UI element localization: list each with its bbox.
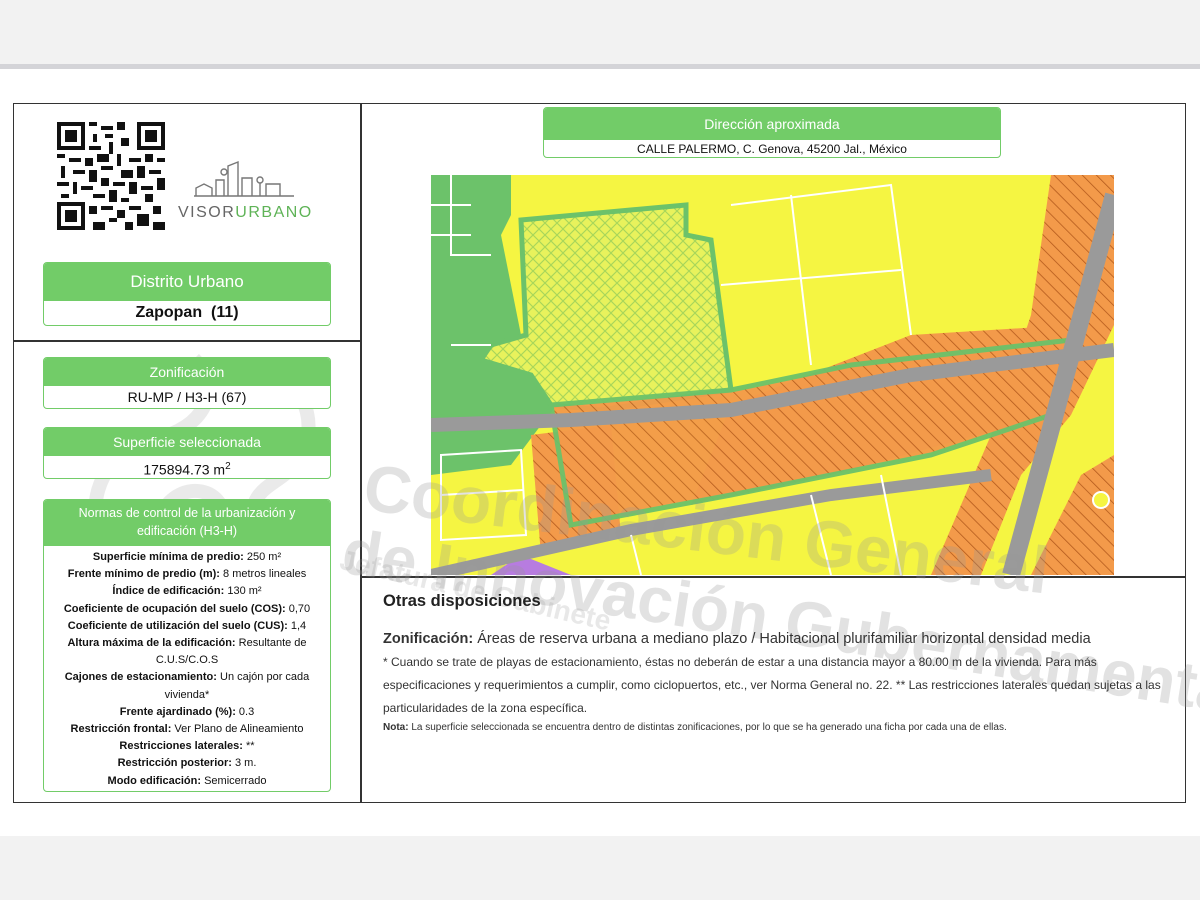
normas-item-key: Restricción frontal: [70,723,172,736]
normas-item-value: 130 m² [224,585,262,598]
distrito-urbano-card: Distrito Urbano Zapopan (11) [43,262,331,326]
normas-item: Frente mínimo de predio (m): 8 metros li… [50,566,324,583]
map-roundabout [1092,491,1110,509]
qr-code-icon [57,122,165,230]
otras-disposiciones: Otras disposiciones Zonificación: Áreas … [383,592,1173,733]
zonificacion-value: RU-MP / H3-H (67) [127,389,247,405]
superficie-value-row: 175894.73 m2 [44,456,330,478]
normas-item-key: Restricciones laterales: [119,740,243,753]
normas-item: Restricciones laterales: ** [50,738,324,755]
normas-card: Normas de control de la urbanización y e… [43,499,331,792]
normas-item-key: Frente ajardinado (%): [119,705,236,718]
normas-title: Normas de control de la urbanización y e… [44,500,330,546]
normas-item: Índice de edificación: 130 m² [50,583,324,600]
otras-zonificacion-label: Zonificación: [383,631,474,647]
brand-name-part2: URBANO [235,204,313,221]
zonificacion-label: Zonificación [44,358,330,386]
normas-item-value: 250 m² [243,551,282,563]
normas-item-value: 0.3 [235,705,255,718]
brand-name-part1: VISOR [178,204,236,221]
otras-zonificacion: Zonificación: Áreas de reserva urbana a … [383,631,1173,647]
superficie-label: Superficie seleccionada [44,428,330,456]
otras-nota-label: Nota: [383,722,409,733]
normas-item-key: Frente mínimo de predio (m): [67,568,220,581]
normas-item-value: 8 metros lineales [219,568,307,581]
normas-item-key: Cajones de estacionamiento: [64,671,217,684]
normas-item: Frente ajardinado (%): 0.3 [50,704,324,721]
normas-item-value: 3 m. [231,757,257,770]
normas-item: Coeficiente de utilización del suelo (CU… [50,618,324,635]
normas-item: Coeficiente de ocupación del suelo (COS)… [50,601,324,618]
normas-item: Altura máxima de la edificación: Resulta… [50,635,324,669]
otras-nota-value: La superficie seleccionada se encuentra … [408,722,1007,733]
direccion-label: Dirección aproximada [544,108,1000,140]
otras-zonificacion-value: Áreas de reserva urbana a mediano plazo … [473,631,1091,647]
otras-nota: Nota: La superficie seleccionada se encu… [383,722,1173,733]
otras-note: * Cuando se trate de playas de estaciona… [383,655,1161,715]
sheet-frame: VISORURBANO Distrito Urbano Zapopan (11)… [13,103,1200,803]
normas-item: Cajones de estacionamiento: Un cajón por… [50,669,324,703]
otras-title: Otras disposiciones [383,592,541,610]
zoning-sheet: VISORURBANO Distrito Urbano Zapopan (11)… [0,69,1200,836]
column-divider [360,104,362,802]
normas-item: Restricción frontal: Ver Plano de Alinea… [50,721,324,738]
normas-item-value: Ver Plano de Alineamiento [171,723,304,736]
zoning-map[interactable] [431,175,1114,575]
superficie-card: Superficie seleccionada 175894.73 m2 [43,427,331,479]
superficie-unit-exponent: 2 [225,461,231,472]
normas-item: Modo edificación: Semicerrado [50,773,324,790]
normas-item-key: Modo edificación: [107,774,202,787]
zonificacion-card: Zonificación RU-MP / H3-H (67) [43,357,331,409]
browser-top-bar [0,0,1200,69]
distrito-urbano-value: Zapopan (11) [135,304,239,321]
direccion-card: Dirección aproximada CALLE PALERMO, C. G… [543,107,1001,158]
normas-item: Restricción posterior: 3 m. [50,755,324,772]
normas-item-key: Coeficiente de utilización del suelo (CU… [67,619,288,632]
right-divider [360,576,1186,578]
superficie-value: 175894.73 m [143,461,226,478]
normas-list: Superficie mínima de predio: 250 m² Frent… [44,546,330,790]
city-skyline-icon [194,160,294,197]
brand-logo: VISORURBANO [178,204,313,222]
normas-item-key: Índice de edificación: [112,585,225,598]
normas-item: Superficie mínima de predio: 250 m² [50,549,324,566]
normas-item-value: 1,4 [287,619,307,632]
normas-item-value: Semicerrado [201,774,267,787]
distrito-urbano-label: Distrito Urbano [44,263,330,301]
direccion-value: CALLE PALERMO, C. Genova, 45200 Jal., Mé… [637,142,907,156]
normas-item-key: Superficie mínima de predio: [92,551,244,563]
normas-item-key: Restricción posterior: [117,757,232,770]
normas-item-value: 0,70 [285,602,311,615]
normas-item-key: Coeficiente de ocupación del suelo (COS)… [63,602,286,615]
normas-item-value: ** [242,740,255,753]
normas-item-key: Altura máxima de la edificación: [67,637,236,650]
